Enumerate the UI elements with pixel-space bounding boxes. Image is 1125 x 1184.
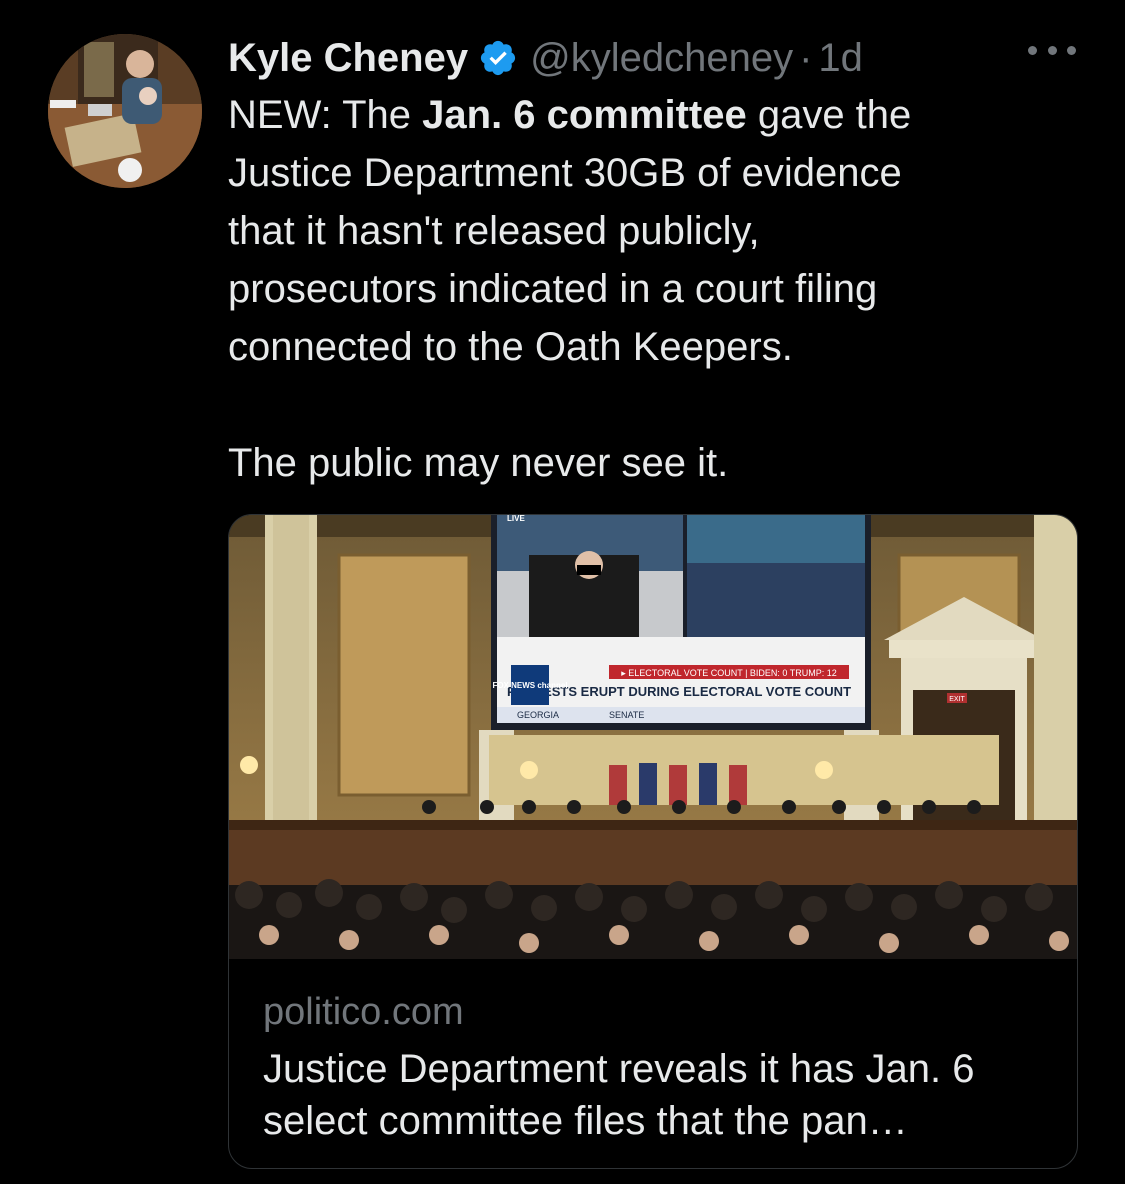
timestamp[interactable]: 1d	[818, 36, 863, 81]
screen-location: GEORGIA	[517, 710, 559, 720]
more-options-button[interactable]	[1028, 34, 1076, 66]
tweet-text-line: NEW: The Jan. 6 committee gave the	[228, 86, 1088, 144]
separator-dot: ·	[799, 35, 813, 80]
screen-live-label: LIVE	[507, 515, 525, 523]
avatar-photo	[48, 34, 202, 188]
ellipsis-dot	[1047, 45, 1057, 55]
link-preview-card[interactable]: EXIT ▸ ELECTORAL VOTE COUNT | BIDEN: 0 T…	[228, 514, 1078, 1169]
tweet-text-bold: Jan. 6 committee	[422, 93, 747, 137]
tweet-text-segment: gave the	[746, 93, 912, 137]
avatar[interactable]	[48, 34, 202, 188]
ellipsis-dot	[1067, 45, 1076, 55]
screen-network-logo: FOX NEWS channel	[492, 681, 567, 690]
author-display-name[interactable]: Kyle Cheney	[228, 36, 468, 81]
verified-badge-icon	[468, 38, 518, 78]
tweet-text-line: that it hasn't released publicly,	[228, 209, 760, 253]
exit-sign-label: EXIT	[949, 696, 965, 703]
tweet-text-line: The public may never see it.	[228, 441, 729, 485]
tweet-text-line: connected to the Oath Keepers.	[228, 325, 793, 369]
ellipsis-icon	[1028, 45, 1037, 55]
tweet-text-line: Justice Department 30GB of evidence	[228, 151, 902, 195]
card-title[interactable]: Justice Department reveals it has Jan. 6…	[263, 1043, 1053, 1147]
card-domain: politico.com	[263, 991, 464, 1033]
card-image: EXIT ▸ ELECTORAL VOTE COUNT | BIDEN: 0 T…	[229, 515, 1077, 959]
screen-ticker: SENATE	[609, 710, 644, 720]
tweet-text-line: prosecutors indicated in a court filing	[228, 267, 878, 311]
tweet-text-segment: NEW: The	[228, 93, 423, 137]
tweet-text: NEW: The Jan. 6 committee gave the Justi…	[228, 86, 1088, 492]
tweet-header: Kyle Cheney @kyledcheney · 1d	[228, 30, 988, 86]
author-handle[interactable]: @kyledcheney	[530, 36, 793, 81]
screen-banner-small: ▸ ELECTORAL VOTE COUNT | BIDEN: 0 TRUMP:…	[621, 668, 837, 678]
